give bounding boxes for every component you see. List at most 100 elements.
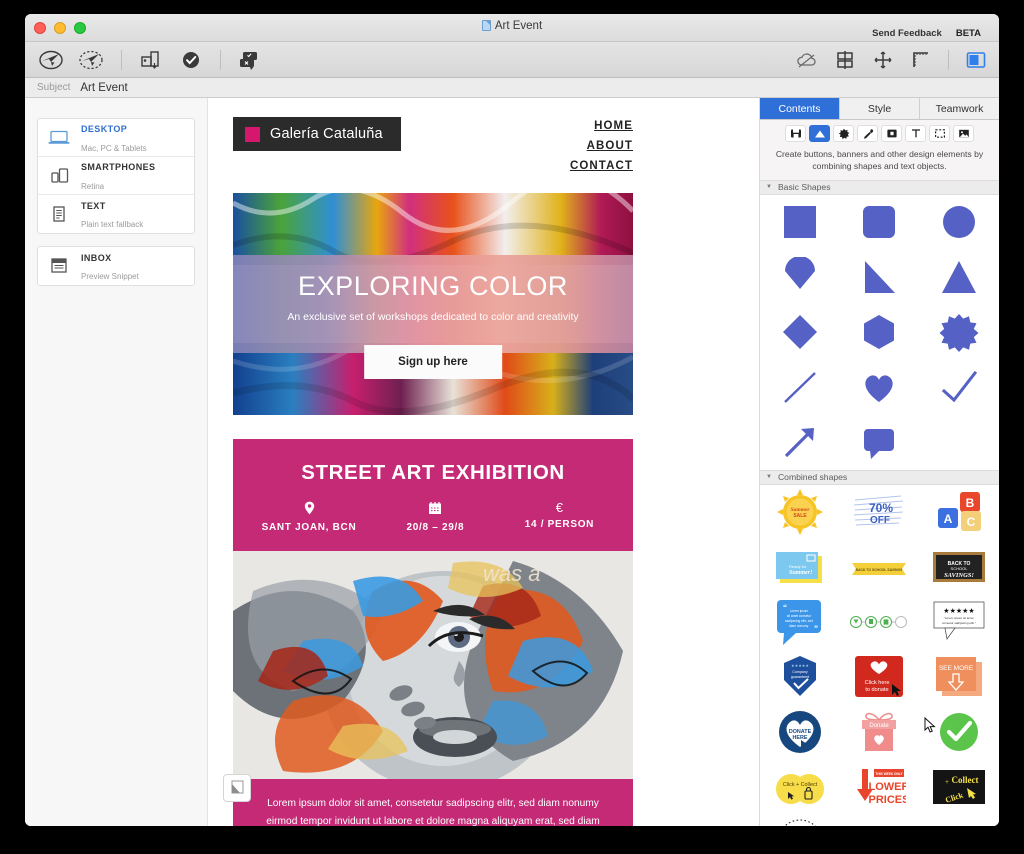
inspector-tabs: Contents Style Teamwork (760, 98, 999, 120)
beta-badge: BETA (955, 28, 981, 39)
section-title: Combined shapes (777, 472, 848, 483)
triangle-shape[interactable] (919, 250, 999, 305)
donate-here-badge[interactable]: DONATE HERE (760, 705, 840, 760)
seventy-off-badge[interactable]: 70% OFF (840, 485, 920, 540)
section-header-combined-shapes[interactable]: ▼ Combined shapes (760, 469, 999, 485)
chalkboard-badge[interactable]: BACK TO SCHOOL SAVINGS! (919, 540, 999, 595)
svg-text:70%: 70% (869, 501, 893, 515)
sidebar-item-inbox[interactable]: INBOX Preview Snippet (38, 247, 194, 285)
right-triangle-shape[interactable] (840, 250, 920, 305)
text-icon[interactable] (905, 125, 926, 142)
quote-bubble-badge[interactable]: “Lorem ipsum sit amet consetur sadipscing … (760, 595, 840, 650)
process-steps-badge[interactable] (840, 595, 920, 650)
svg-text:HERE: HERE (792, 735, 807, 741)
lower-prices-badge[interactable]: THIS WEEK ONLY LOWER PRICES (840, 760, 920, 815)
ruler-icon[interactable] (904, 44, 938, 76)
starburst-shape[interactable] (919, 305, 999, 360)
panel-toggle-icon[interactable] (959, 44, 993, 76)
sidebar-item-sub: Plain text fallback (81, 220, 144, 229)
subject-input[interactable]: Art Event (80, 82, 127, 94)
save-block-icon[interactable] (785, 125, 806, 142)
hero-subtitle: An exclusive set of workshops dedicated … (287, 311, 579, 323)
tab-contents[interactable]: Contents (760, 98, 840, 119)
svg-text:THIS WEEK ONLY: THIS WEEK ONLY (876, 772, 904, 776)
image-icon[interactable] (953, 125, 974, 142)
svg-text:sadipscing elitr, sed: sadipscing elitr, sed (785, 619, 813, 623)
speech-bubble-shape[interactable] (840, 415, 920, 470)
click-collect-circle-badge[interactable]: NEWClick &Collect (760, 815, 840, 826)
click-to-donate-badge[interactable]: Click here to donate (840, 650, 920, 705)
shapes-scroll-area[interactable]: ▼ Combined shapes Summer SALE 70% OFF BAC … (760, 194, 999, 826)
hero-title: EXPLORING COLOR (297, 271, 569, 301)
circle-shape[interactable] (919, 195, 999, 250)
signup-button[interactable]: Sign up here (364, 345, 502, 379)
brand-logo[interactable]: Galería Cataluña (233, 117, 401, 151)
svg-text:+: + (945, 778, 949, 786)
line-shape[interactable] (760, 360, 840, 415)
logo-text: Galería Cataluña (270, 126, 383, 142)
gold-standard-badge[interactable]: Gold StandardQuality Assured (840, 815, 920, 826)
tab-teamwork[interactable]: Teamwork (920, 98, 999, 119)
see-more-badge[interactable]: SEE MORE (919, 650, 999, 705)
detail-location: SANT JOAN, BCN (262, 501, 357, 533)
svg-text:Lorem ipsum: Lorem ipsum (790, 609, 809, 613)
exhibition-band[interactable]: STREET ART EXHIBITION SANT JOAN, BCN 20/… (233, 439, 633, 551)
svg-text:Company: Company (792, 670, 808, 674)
sticker-icon[interactable] (833, 125, 854, 142)
review-stars-badge[interactable]: ★★★★★ "Lorem ipsum sit amet, consetur sadi… (919, 595, 999, 650)
svg-text:OFF: OFF (870, 515, 890, 526)
donate-gift-badge[interactable]: Donate (840, 705, 920, 760)
checkmark-shape[interactable] (919, 360, 999, 415)
send-icon[interactable] (35, 44, 69, 76)
selection-icon[interactable] (929, 125, 950, 142)
guarantee-seal-badge[interactable]: ★★★★★ Company guaranteed (760, 650, 840, 705)
square-shape[interactable] (760, 195, 840, 250)
summer-sale-badge[interactable]: Summer SALE (760, 485, 840, 540)
toolbar-meta: Send Feedback BETA (872, 28, 981, 39)
svg-text:★★★★★: ★★★★★ (791, 663, 809, 668)
tab-style[interactable]: Style (840, 98, 920, 119)
abc-blocks-badge[interactable]: BAC (919, 485, 999, 540)
sidebar-item-desktop[interactable]: DESKTOP Mac, PC & Tablets (38, 119, 194, 157)
align-icon[interactable] (866, 44, 900, 76)
nav-link-home[interactable]: HOME (570, 120, 633, 132)
click-collect-yellow-badge[interactable]: Click + Collect (760, 760, 840, 815)
sidebar-item-text: DESKTOP Mac, PC & Tablets (81, 119, 147, 156)
fan-shape[interactable] (760, 250, 840, 305)
email-canvas[interactable]: Galería Cataluña HOME ABOUT CONTACT EXPL… (208, 98, 759, 826)
sidebar-item-text[interactable]: TEXT Plain text fallback (38, 195, 194, 233)
hexagon-shape[interactable] (840, 305, 920, 360)
toolbar-right-group: Send Feedback BETA (790, 28, 993, 76)
send-test-icon[interactable] (75, 44, 109, 76)
svg-text:Click here: Click here (865, 680, 890, 686)
postcard-badge[interactable]: Ready for Summer! (760, 540, 840, 595)
layout-icon[interactable] (828, 44, 862, 76)
svg-text:C: C (967, 515, 976, 529)
email-preview: Galería Cataluña HOME ABOUT CONTACT EXPL… (233, 98, 633, 826)
cloud-icon[interactable] (790, 44, 824, 76)
click-collect-dark-badge[interactable]: Collect + Click (919, 760, 999, 815)
diamond-shape[interactable] (760, 305, 840, 360)
back-to-school-ribbon[interactable]: BACK TO SCHOOL SAVINGS (840, 540, 920, 595)
rounded-square-shape[interactable] (840, 195, 920, 250)
section-header-basic-shapes[interactable]: ▼ Basic Shapes (760, 179, 999, 195)
nav-link-about[interactable]: ABOUT (570, 140, 633, 152)
upload-icon[interactable] (134, 44, 168, 76)
image-thumbnail-icon[interactable] (223, 774, 251, 802)
document-icon (481, 20, 491, 31)
svg-text:BACK TO SCHOOL SAVINGS: BACK TO SCHOOL SAVINGS (856, 568, 903, 572)
check-icon[interactable] (174, 44, 208, 76)
nav-link-contact[interactable]: CONTACT (570, 160, 633, 172)
heart-shape[interactable] (840, 360, 920, 415)
send-feedback-link[interactable]: Send Feedback (872, 28, 942, 39)
button-icon[interactable] (881, 125, 902, 142)
hero-block[interactable]: EXPLORING COLOR An exclusive set of work… (233, 193, 633, 415)
detail-price: € 14 / PERSON (514, 501, 604, 533)
mural-image[interactable]: was a (233, 551, 633, 779)
express-shipping-badge[interactable]: $5 EXPRESS SHIPPING———— this ————WEEKEND (919, 815, 999, 826)
sidebar-item-smartphones[interactable]: SMARTPHONES Retina (38, 157, 194, 195)
arrow-shape[interactable] (760, 415, 840, 470)
shape-triangle-icon[interactable] (809, 125, 830, 142)
eyedropper-icon[interactable] (857, 125, 878, 142)
comment-icon[interactable] (233, 44, 267, 76)
